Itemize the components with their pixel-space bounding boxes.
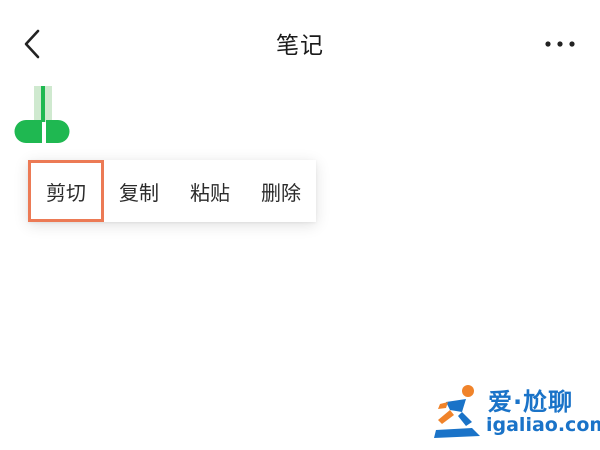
watermark: 爱·尬聊 igaliao.com bbox=[432, 382, 600, 440]
more-horizontal-icon bbox=[545, 41, 575, 47]
page-title: 笔记 bbox=[276, 33, 324, 59]
back-button[interactable] bbox=[12, 24, 52, 64]
text-context-menu: 剪切 复制 粘贴 删除 bbox=[28, 160, 316, 222]
delete-menu-item[interactable]: 删除 bbox=[246, 160, 316, 222]
copy-menu-item[interactable]: 复制 bbox=[104, 160, 174, 222]
paste-menu-item[interactable]: 粘贴 bbox=[174, 160, 246, 222]
running-figure-logo-icon bbox=[434, 385, 480, 438]
cut-menu-item[interactable]: 剪切 bbox=[28, 160, 104, 222]
navigation-bar: 笔记 bbox=[0, 0, 600, 88]
chevron-left-icon bbox=[24, 29, 40, 59]
watermark-chinese-text: 爱·尬聊 bbox=[488, 388, 574, 416]
notes-screen: 笔记 剪切 复制 粘贴 删除 爱·尬聊 igaliao.com bbox=[0, 0, 600, 450]
more-options-button[interactable] bbox=[538, 28, 582, 60]
watermark-url-text: igaliao.com bbox=[486, 414, 600, 436]
text-selection-handle[interactable] bbox=[14, 86, 74, 148]
selection-handle-icon bbox=[14, 86, 70, 143]
